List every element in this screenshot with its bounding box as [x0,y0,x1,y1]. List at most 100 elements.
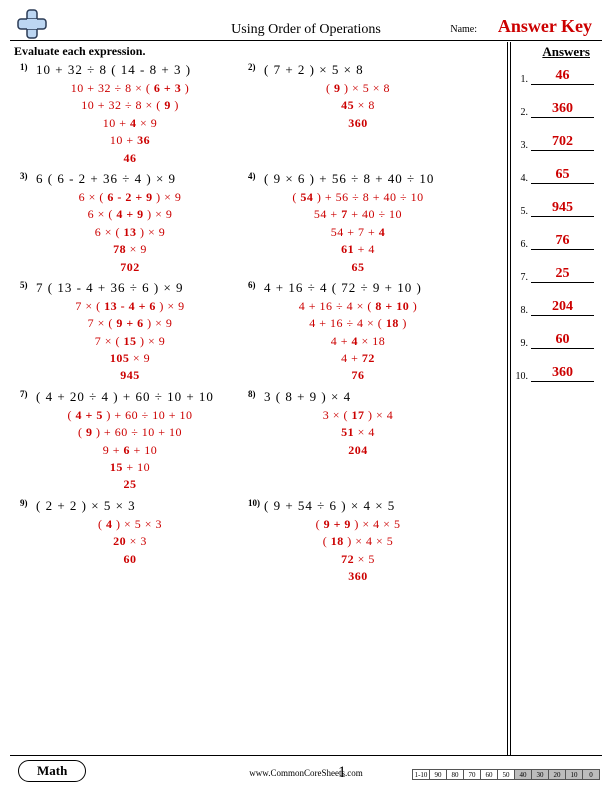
footer-rule [10,755,602,756]
solution-step: 46 [20,150,240,167]
score-cell: 80 [447,770,464,780]
score-cell: 0 [583,770,600,780]
score-cell: 20 [549,770,566,780]
answer-line: 5.945 [514,200,594,217]
solution-step: 702 [20,259,240,276]
solution-step: 76 [248,367,468,384]
problem-expression: 6 ( 6 - 2 + 36 ÷ 4 ) × 9 [36,171,176,187]
solution-step: 10 + 32 ÷ 8 × ( 9 ) [20,97,240,114]
solution-step: 360 [248,568,468,585]
divider-line [507,42,508,756]
solution-step: 78 × 9 [20,241,240,258]
score-cell: 1-10 [413,770,430,780]
solution-step: 54 + 7 + 40 ÷ 10 [248,206,468,223]
problem-expression: 10 + 32 ÷ 8 ( 14 - 8 + 3 ) [36,62,191,78]
solution-step: 945 [20,367,240,384]
answer-value: 204 [531,299,594,316]
solution-step: 6 × ( 13 ) × 9 [20,224,240,241]
answer-value: 25 [531,266,594,283]
solution-step: 7 × ( 9 + 6 ) × 9 [20,315,240,332]
solution-step: 105 × 9 [20,350,240,367]
problem-number: 5) [20,280,36,290]
problem-expression: ( 4 + 20 ÷ 4 ) + 60 ÷ 10 + 10 [36,389,214,405]
problem-number: 6) [248,280,264,290]
problem-expression: ( 2 + 2 ) × 5 × 3 [36,498,136,514]
score-cell: 90 [430,770,447,780]
problem: 1)10 + 32 ÷ 8 ( 14 - 8 + 3 )10 + 32 ÷ 8 … [20,62,248,167]
problem-expression: 3 ( 8 + 9 ) × 4 [264,389,351,405]
answer-line: 7.25 [514,266,594,283]
answer-line: 2.360 [514,101,594,118]
answer-number: 3. [514,140,531,151]
name-label: Name: [450,24,477,35]
instruction-text: Evaluate each expression. [14,44,145,59]
solution-step: 10 + 36 [20,132,240,149]
solution-step: 61 + 4 [248,241,468,258]
answers-column: 1.46 2.360 3.702 4.65 5.945 6.76 7.25 8.204 9.60… [514,68,594,398]
solution-step: 7 × ( 13 - 4 + 6 ) × 9 [20,298,240,315]
problem: 5)7 ( 13 - 4 + 36 ÷ 6 ) × 97 × ( 13 - 4 … [20,280,248,385]
answer-value: 65 [531,167,594,184]
solution-step: 6 × ( 6 - 2 + 9 ) × 9 [20,189,240,206]
answer-number: 4. [514,173,531,184]
problem: 4)( 9 × 6 ) + 56 ÷ 8 + 40 ÷ 10 ( 54 ) + 5… [248,171,476,276]
solution-step: 4 + 72 [248,350,468,367]
answer-number: 6. [514,239,531,250]
problem: 10)( 9 + 54 ÷ 6 ) × 4 × 5( 9 + 9 ) × 4 ×… [248,498,476,586]
problem-expression: ( 7 + 2 ) × 5 × 8 [264,62,364,78]
answer-value: 60 [531,332,594,349]
solution-step: 10 + 4 × 9 [20,115,240,132]
solution-step: ( 4 ) × 5 × 3 [20,516,240,533]
problem-number: 10) [248,498,264,508]
problem-number: 4) [248,171,264,181]
solution-step: 45 × 8 [248,97,468,114]
answer-number: 7. [514,272,531,283]
score-cell: 50 [498,770,515,780]
score-cell: 40 [515,770,532,780]
answer-value: 702 [531,134,594,151]
problem-number: 8) [248,389,264,399]
solution-step: 7 × ( 15 ) × 9 [20,333,240,350]
problem: 2)( 7 + 2 ) × 5 × 8 ( 9 ) × 5 × 845 × 836… [248,62,476,167]
problem-expression: ( 9 × 6 ) + 56 ÷ 8 + 40 ÷ 10 [264,171,434,187]
solution-step: 51 × 4 [248,424,468,441]
answer-number: 1. [514,74,531,85]
solution-step: 3 × ( 17 ) × 4 [248,407,468,424]
solution-step: ( 9 ) × 5 × 8 [248,80,468,97]
answer-key-label: Answer Key [498,16,592,37]
problem: 3)6 ( 6 - 2 + 36 ÷ 4 ) × 96 × ( 6 - 2 + … [20,171,248,276]
answer-value: 46 [531,68,594,85]
score-cell: 70 [464,770,481,780]
answer-value: 360 [531,101,594,118]
page-number: 1 [338,764,346,782]
answer-line: 1.46 [514,68,594,85]
answer-number: 8. [514,305,531,316]
answer-line: 8.204 [514,299,594,316]
answer-line: 3.702 [514,134,594,151]
score-cell: 10 [566,770,583,780]
answer-number: 9. [514,338,531,349]
solution-step: ( 9 + 9 ) × 4 × 5 [248,516,468,533]
answer-line: 9.60 [514,332,594,349]
solution-step: 360 [248,115,468,132]
answer-number: 2. [514,107,531,118]
score-cell: 30 [532,770,549,780]
answer-line: 10.360 [514,365,594,382]
answers-heading: Answers [542,44,590,60]
answer-value: 945 [531,200,594,217]
divider-line [510,42,511,756]
answer-line: 6.76 [514,233,594,250]
problem-expression: 4 + 16 ÷ 4 ( 72 ÷ 9 + 10 ) [264,280,422,296]
problem-number: 2) [248,62,264,72]
problem-number: 9) [20,498,36,508]
answer-number: 5. [514,206,531,217]
problem: 9)( 2 + 2 ) × 5 × 3( 4 ) × 5 × 320 × 360 [20,498,248,586]
problem-number: 7) [20,389,36,399]
solution-step: 4 + 4 × 18 [248,333,468,350]
solution-step: 4 + 16 ÷ 4 × ( 18 ) [248,315,468,332]
solution-step: 20 × 3 [20,533,240,550]
solution-step: ( 18 ) × 4 × 5 [248,533,468,550]
problem: 7)( 4 + 20 ÷ 4 ) + 60 ÷ 10 + 10( 4 + 5 )… [20,389,248,494]
problem: 6)4 + 16 ÷ 4 ( 72 ÷ 9 + 10 ) 4 + 16 ÷ 4 ×… [248,280,476,385]
solution-step: ( 54 ) + 56 ÷ 8 + 40 ÷ 10 [248,189,468,206]
